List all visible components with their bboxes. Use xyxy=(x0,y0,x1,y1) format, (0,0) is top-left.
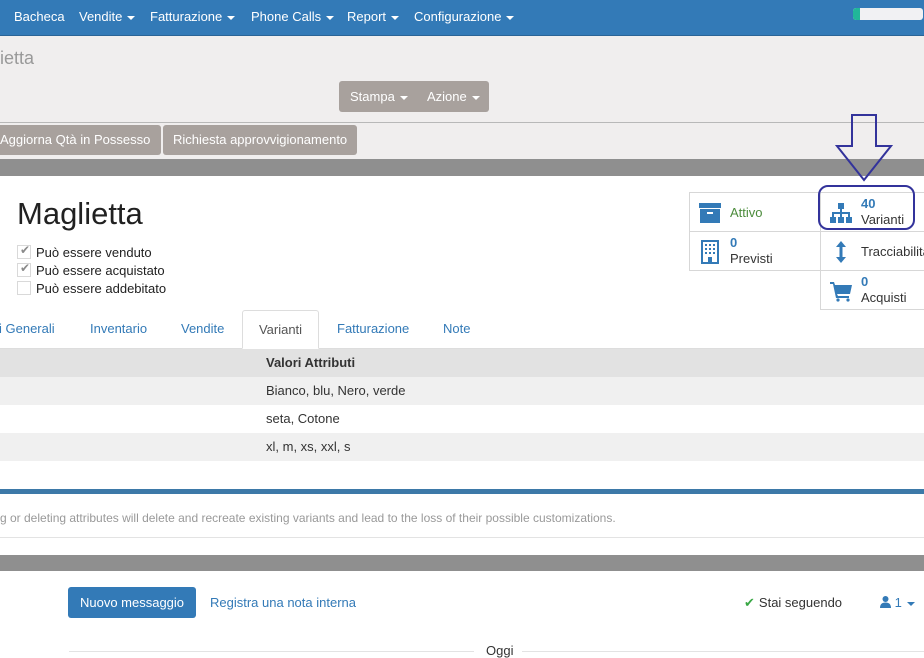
log-note-link[interactable]: Registra una nota interna xyxy=(210,587,356,618)
menu-label: Phone Calls xyxy=(251,9,322,24)
caret-down-icon xyxy=(506,15,515,20)
tab-sales[interactable]: Vendite xyxy=(181,310,224,348)
sidebar-buttons: Stampa Azione xyxy=(339,81,489,112)
menu-label: Vendite xyxy=(79,9,123,24)
attribute-values-cell: xl, m, xs, xxl, s xyxy=(266,439,351,454)
divider xyxy=(69,651,474,652)
update-qty-button[interactable]: Aggiorna Qtà in Possesso xyxy=(0,125,161,155)
divider xyxy=(0,489,924,494)
procurement-request-button[interactable]: Richiesta approvvigionamento xyxy=(163,125,358,155)
table-row[interactable]: Bianco, blu, Nero, verde xyxy=(0,377,924,405)
top-navbar: Bacheca Vendite Fatturazione Phone Calls… xyxy=(0,0,924,36)
caret-down-icon xyxy=(391,15,400,20)
divider xyxy=(0,555,924,571)
archive-icon xyxy=(699,203,721,223)
caret-down-icon xyxy=(326,15,335,20)
check-icon: ✔ xyxy=(20,243,31,257)
action-label: Azione xyxy=(427,89,467,104)
checkbox-label: Può essere acquistato xyxy=(36,263,165,278)
progress-bar xyxy=(853,8,923,20)
menu-report[interactable]: Report xyxy=(347,0,400,35)
menu-label: Fatturazione xyxy=(150,9,223,24)
caret-down-icon xyxy=(906,601,915,606)
purchases-label: Acquisti xyxy=(861,290,907,305)
menu-label: Report xyxy=(347,9,387,24)
checkbox-label: Può essere venduto xyxy=(36,245,152,260)
breadcrumb[interactable]: ietta xyxy=(0,48,34,69)
menu-fatturazione[interactable]: Fatturazione xyxy=(150,0,236,35)
smart-button-traceability[interactable]: Tracciabilità xyxy=(820,231,924,271)
menu-configurazione[interactable]: Configurazione xyxy=(414,0,515,35)
tab-variants[interactable]: Varianti xyxy=(242,310,319,349)
forecast-count: 0 xyxy=(730,235,738,250)
attribute-values-cell: seta, Cotone xyxy=(266,411,340,426)
divider xyxy=(522,651,924,652)
caret-down-icon xyxy=(227,15,236,20)
follow-button[interactable]: ✔ Stai seguendo xyxy=(744,587,842,618)
tab-invoicing[interactable]: Fatturazione xyxy=(337,310,409,348)
sitemap-icon xyxy=(830,203,852,223)
menu-vendite[interactable]: Vendite xyxy=(79,0,136,35)
progress-bar-fill xyxy=(853,8,860,20)
followers-count: 1 xyxy=(894,595,902,610)
product-name[interactable]: Maglietta xyxy=(17,196,143,232)
checkbox-label: Può essere addebitato xyxy=(36,281,167,296)
menu-bacheca[interactable]: Bacheca xyxy=(14,0,65,35)
table-row[interactable]: xl, m, xs, xxl, s xyxy=(0,433,924,461)
followers-dropdown[interactable]: 1 xyxy=(880,587,915,618)
caret-down-icon xyxy=(399,95,408,100)
new-message-button[interactable]: Nuovo messaggio xyxy=(68,587,196,618)
menu-label: Bacheca xyxy=(14,9,65,24)
column-header-attribute-values: Valori Attributi xyxy=(266,355,356,370)
check-icon: ✔ xyxy=(20,261,31,275)
menu-phone-calls[interactable]: Phone Calls xyxy=(251,0,335,35)
print-label: Stampa xyxy=(350,89,395,104)
smart-button-variants[interactable]: 40 Varianti xyxy=(820,192,924,232)
tab-general-info[interactable]: i Generali xyxy=(0,310,55,348)
print-dropdown[interactable]: Stampa xyxy=(350,81,408,112)
follow-label: Stai seguendo xyxy=(758,595,843,610)
check-icon: ✔ xyxy=(744,595,755,610)
traceability-label: Tracciabilità xyxy=(861,244,924,259)
divider xyxy=(0,122,924,123)
smart-button-forecast[interactable]: 0 Previsti xyxy=(689,231,821,271)
caret-down-icon xyxy=(127,15,136,20)
menu-label: Configurazione xyxy=(414,9,502,24)
table-row[interactable]: seta, Cotone xyxy=(0,405,924,433)
smart-button-purchases[interactable]: 0 Acquisti xyxy=(820,270,924,310)
forecast-label: Previsti xyxy=(730,251,773,266)
arrows-vertical-icon xyxy=(836,241,846,263)
smart-button-active[interactable]: Attivo xyxy=(689,192,821,232)
attribute-values-cell: Bianco, blu, Nero, verde xyxy=(266,383,406,398)
user-icon xyxy=(880,596,891,608)
tab-notes[interactable]: Note xyxy=(443,310,470,348)
variants-label: Varianti xyxy=(861,212,905,227)
active-label: Attivo xyxy=(730,205,763,220)
variants-warning: g or deleting attributes will delete and… xyxy=(0,511,616,525)
checkbox[interactable] xyxy=(17,281,31,295)
checkbox[interactable]: ✔ xyxy=(17,261,31,277)
table-header: Valori Attributi xyxy=(0,349,924,377)
caret-down-icon xyxy=(471,95,480,100)
purchases-count: 0 xyxy=(861,274,869,289)
action-dropdown[interactable]: Azione xyxy=(427,81,480,112)
shopping-cart-icon xyxy=(830,282,852,302)
date-separator: Oggi xyxy=(486,643,514,658)
tab-inventory[interactable]: Inventario xyxy=(90,310,147,348)
divider xyxy=(0,159,924,176)
divider xyxy=(0,537,924,538)
annotation-down-arrow-icon xyxy=(835,114,893,182)
checkbox[interactable]: ✔ xyxy=(17,243,31,259)
building-icon xyxy=(701,240,719,264)
variants-count: 40 xyxy=(861,196,876,211)
